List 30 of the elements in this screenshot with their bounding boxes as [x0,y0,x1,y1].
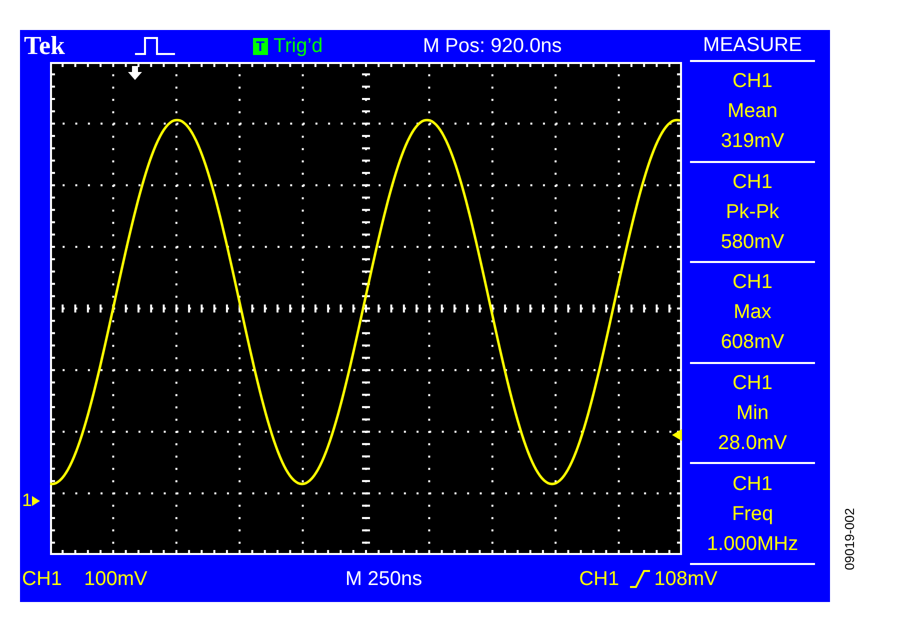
trigger-level: 108mV [654,568,718,590]
brand-logo: Tek [24,31,65,61]
figure-id: 09019-002 [842,508,857,570]
trigger-position-icon [128,66,142,80]
rising-edge-icon [629,570,652,588]
position-readout: M Pos: 920.0ns [422,34,562,58]
measurement-value: 608mV [720,330,784,356]
trigger-badge: T [252,38,268,54]
trigger-status: Trig’d [274,34,323,58]
timebase-readout: M 250ns [345,568,422,590]
measurement-channel: CH1 [732,270,772,296]
measurement-type: Min [736,401,769,426]
measurement-value: 319mV [720,129,784,154]
measurement-value: 28.0mV [718,431,787,456]
trigger-source: CH1 [579,568,620,590]
measurement-type: Max [734,300,772,326]
measurement-value: 580mV [720,230,784,255]
measurement-channel: CH1 [732,170,772,195]
measurement-type: Mean [727,99,778,124]
measurement-type: Pk-Pk [726,200,780,225]
measurement-channel: CH1 [732,472,772,497]
measurement-value: 1.000MHz [706,532,798,557]
measurement-channel: CH1 [732,69,772,94]
trigger-level-icon [672,429,682,441]
pulse-icon [134,36,175,56]
vertical-scale: 100mV [84,568,148,590]
menu-title: MEASURE [690,30,815,62]
measurement-channel: CH1 [732,371,772,396]
channel-label: CH1 [22,568,62,590]
measurement-type: Freq [732,502,774,527]
